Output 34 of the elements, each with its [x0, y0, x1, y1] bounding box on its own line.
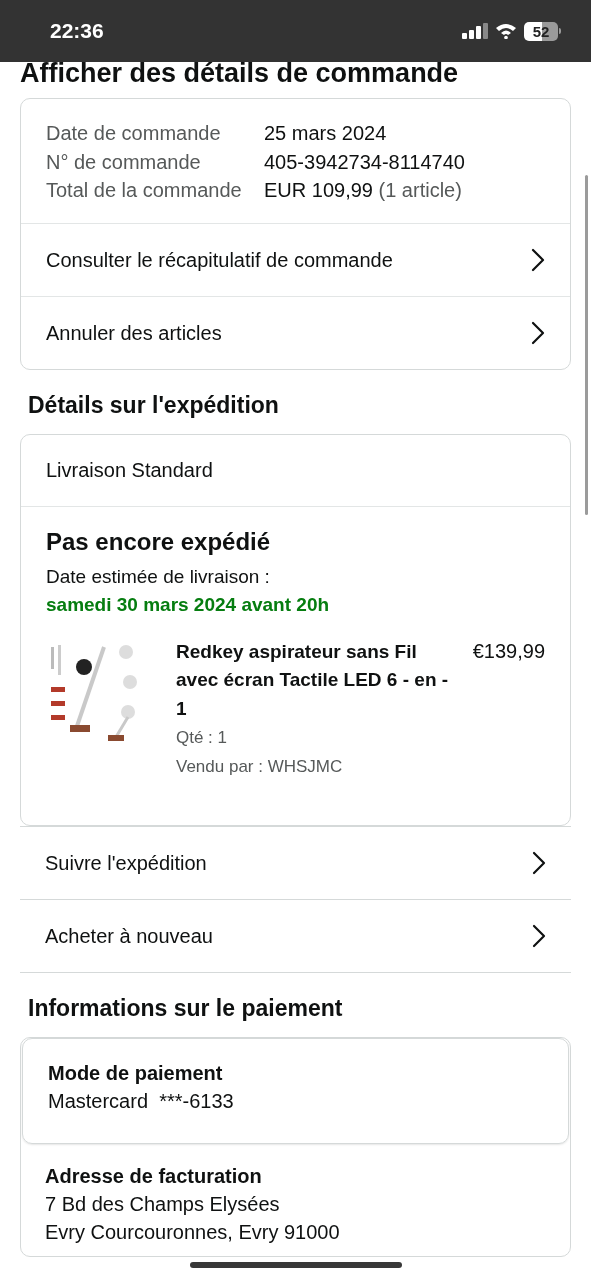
field-label: Date de commande [46, 121, 222, 146]
wifi-icon [495, 23, 517, 39]
billing-address-line: Evry Courcouronnes, Evry 91000 [45, 1220, 341, 1245]
order-link[interactable]: Annuler des articles [21, 295, 570, 369]
chevron-right-icon [531, 320, 545, 345]
field-label: Total de la commande [46, 178, 243, 203]
product-quantity: Qté : 1 [176, 727, 229, 749]
page-title: Afficher des détails de commande [20, 58, 460, 88]
product-title[interactable]: Redkey aspirateur sans Fil avec écran Tactile LED 6 - en - 1 [176, 636, 463, 723]
billing-heading: Adresse de facturation [45, 1164, 263, 1189]
order-link[interactable]: Consulter le récapitulatif de commande [21, 222, 570, 296]
shipment-status: Pas encore expédié [46, 526, 272, 557]
section-heading: Informations sur le paiement [27, 994, 344, 1023]
field-value: 25 mars 2024 [264, 121, 388, 146]
field-label: N° de commande [46, 149, 202, 175]
chevron-right-icon [532, 851, 546, 875]
chevron-right-icon [532, 924, 546, 948]
estimate-label: Date estimée de livraison : [46, 564, 271, 589]
chevron-right-icon [531, 247, 545, 272]
field-value: 405-3942734-8114740 [264, 149, 466, 175]
estimate-date: samedi 30 mars 2024 avant 20h [46, 592, 331, 617]
battery-level: 52 [532, 23, 550, 39]
shipment-action[interactable]: Suivre l'expédition [20, 827, 571, 900]
payment-method-value: Mastercard ***-6133 [48, 1089, 235, 1114]
section-heading: Détails sur l'expédition [27, 390, 280, 420]
billing-address-line: 7 Bd des Champs Elysées [45, 1192, 281, 1217]
signal-icon [462, 23, 488, 39]
product-seller: Vendu par : WHSJMC [176, 756, 344, 778]
shipping-method: Livraison Standard [46, 458, 213, 483]
shipment-action[interactable]: Acheter à nouveau [20, 900, 571, 973]
payment-method-heading: Mode de paiement [48, 1061, 224, 1086]
field-value: EUR 109,99 (1 article) [264, 178, 463, 203]
status-time: 22:36 [50, 18, 104, 45]
product-price: €139,99 [472, 638, 545, 664]
